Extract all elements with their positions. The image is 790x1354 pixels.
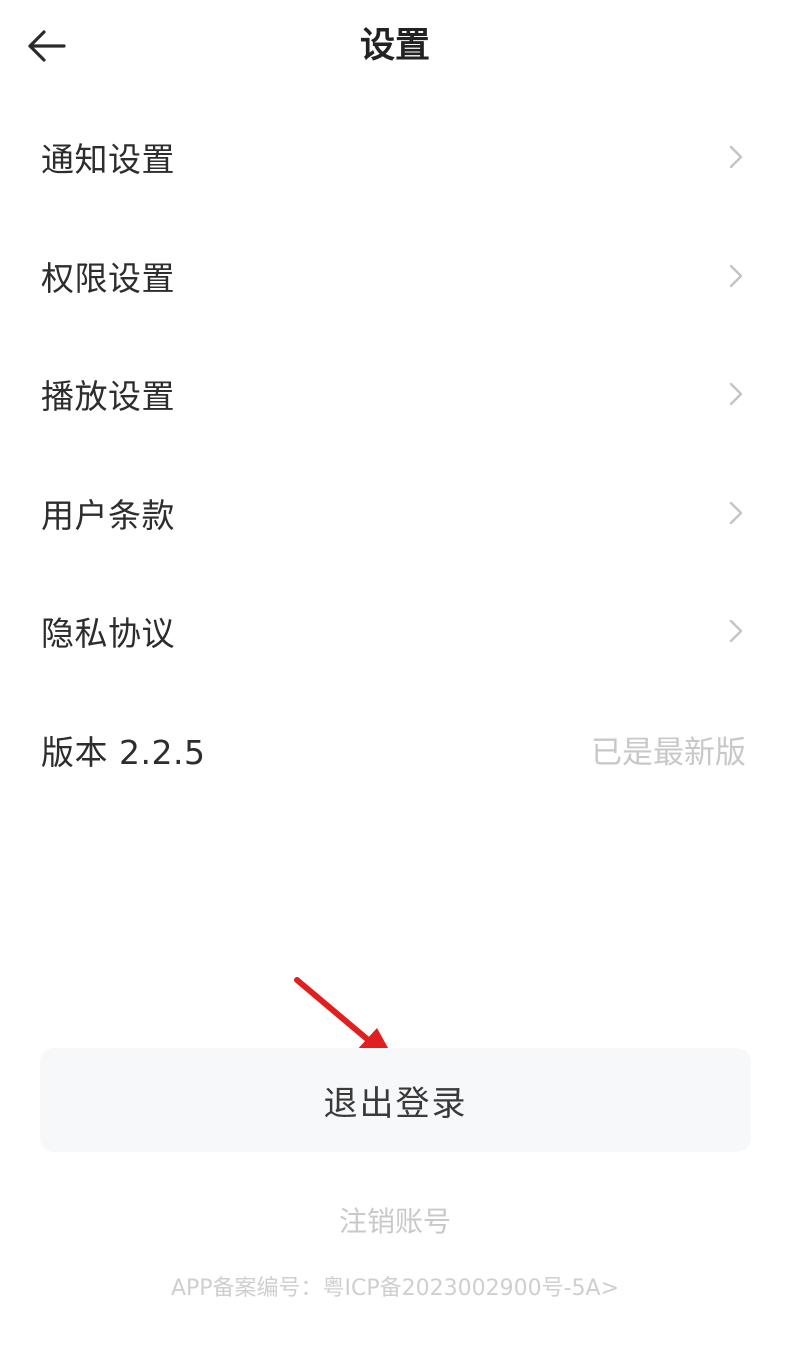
menu-item-playback-settings[interactable]: 播放设置 xyxy=(0,335,790,454)
menu-item-version[interactable]: 版本 2.2.5 已是最新版 xyxy=(0,691,790,810)
menu-item-label: 权限设置 xyxy=(41,258,175,298)
chevron-right-icon xyxy=(726,617,746,645)
menu-item-permission-settings[interactable]: 权限设置 xyxy=(0,217,790,336)
settings-menu: 通知设置 权限设置 播放设置 用户条款 隐私协议 版本 2.2.5 已是最新版 xyxy=(0,98,790,809)
menu-item-user-terms[interactable]: 用户条款 xyxy=(0,454,790,573)
menu-item-label: 播放设置 xyxy=(41,377,175,417)
chevron-right-icon xyxy=(726,499,746,527)
menu-item-notification-settings[interactable]: 通知设置 xyxy=(0,98,790,217)
page-title: 设置 xyxy=(359,26,430,66)
icp-record-link[interactable]: APP备案编号：粤ICP备2023002900号-5A> xyxy=(0,1270,790,1302)
chevron-right-icon xyxy=(726,143,746,171)
version-status: 已是最新版 xyxy=(591,735,746,772)
logout-label: 退出登录 xyxy=(323,1083,468,1124)
cancel-account-link[interactable]: 注销账号 xyxy=(0,1200,790,1240)
logout-button[interactable]: 退出登录 xyxy=(40,1048,751,1152)
chevron-right-icon xyxy=(726,262,746,290)
menu-item-label: 通知设置 xyxy=(41,140,175,180)
header-bar: 设置 xyxy=(0,0,790,96)
menu-item-label: 用户条款 xyxy=(41,495,175,535)
version-label: 版本 2.2.5 xyxy=(41,732,206,772)
chevron-right-icon xyxy=(726,380,746,408)
menu-item-label: 隐私协议 xyxy=(41,614,175,654)
menu-item-privacy-policy[interactable]: 隐私协议 xyxy=(0,572,790,691)
